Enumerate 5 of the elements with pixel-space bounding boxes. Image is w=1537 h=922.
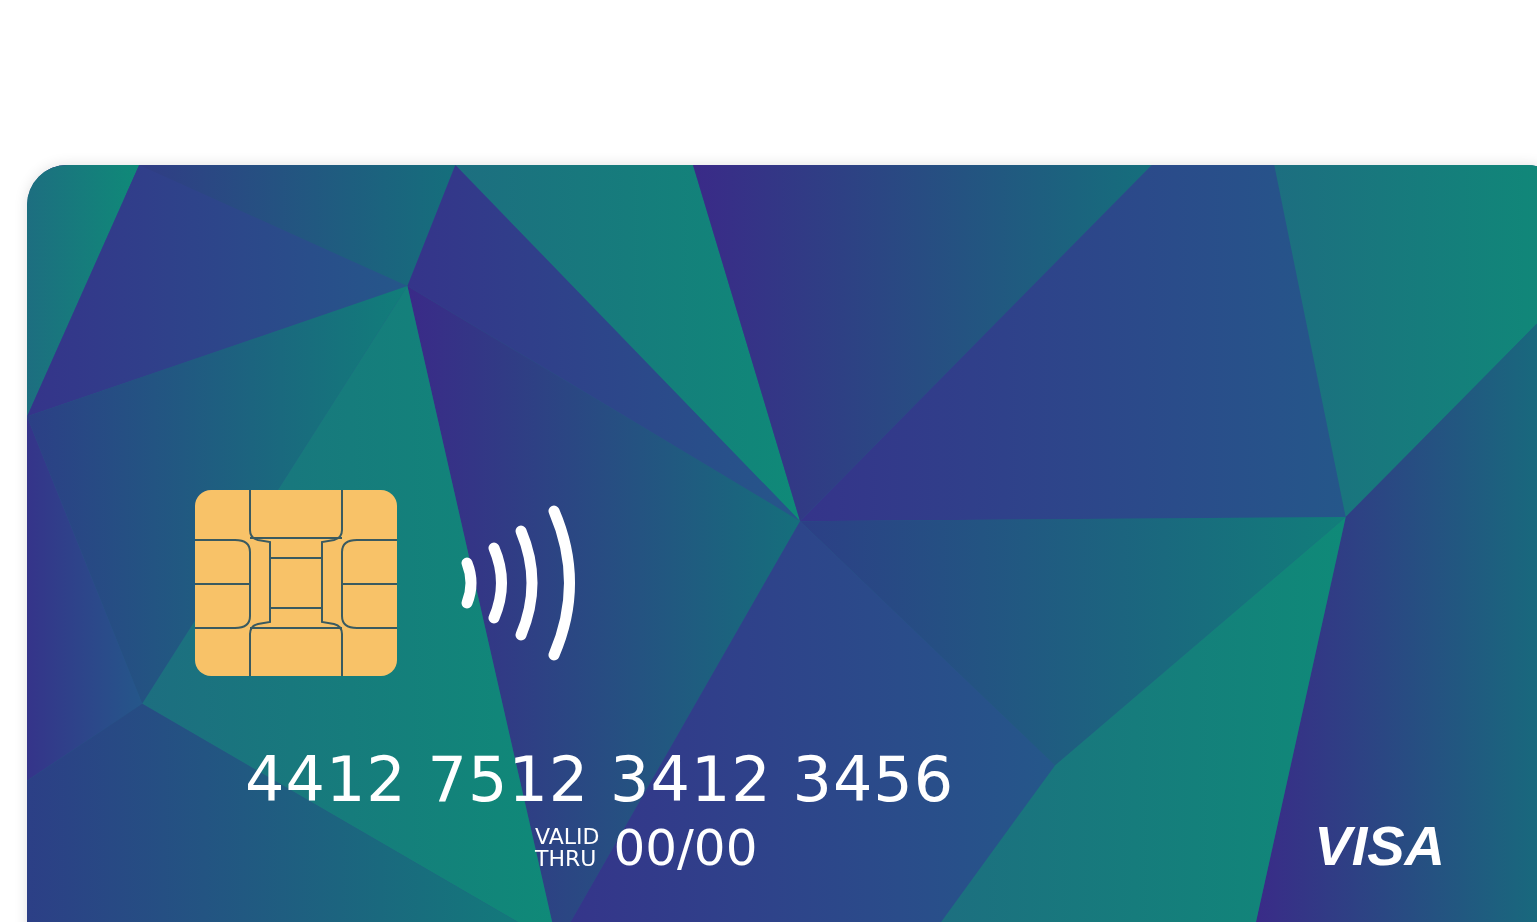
expiry-date: 00/00 [613,820,758,876]
card-number: 4412 7512 3412 3456 [245,744,955,816]
valid-thru-label: VALID THRU [535,826,600,870]
chip-icon [195,490,397,676]
card-brand: VISA [1314,816,1445,876]
